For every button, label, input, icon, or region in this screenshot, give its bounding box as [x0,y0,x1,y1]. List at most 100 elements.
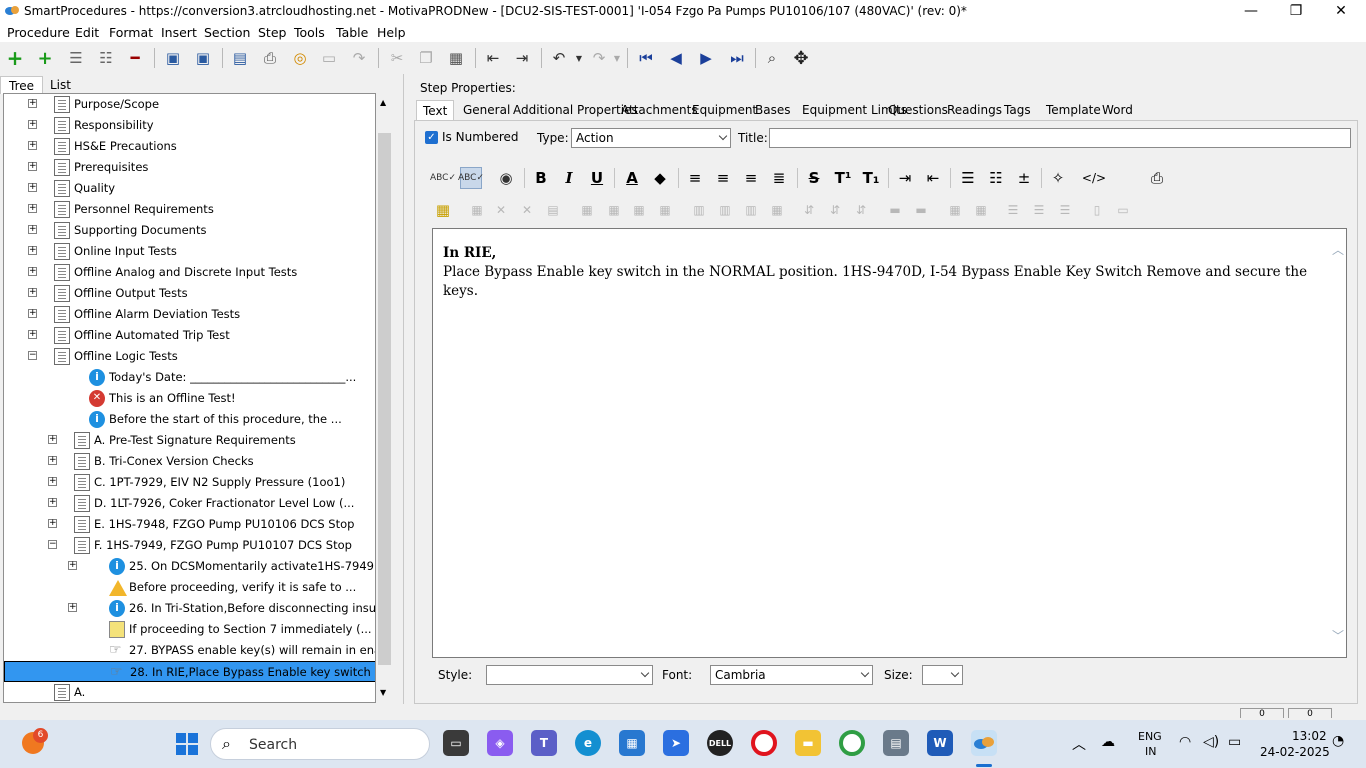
expand-icon[interactable]: + [28,246,37,255]
move-icon[interactable]: ✥ [791,48,811,69]
first-icon[interactable]: ⏮ [636,48,656,68]
notification-bell-icon[interactable]: ◔ [1332,733,1344,749]
spellcheck-auto-icon[interactable]: ABC✓ [458,167,484,189]
list-icon[interactable]: ☰ [66,48,86,68]
tab-text[interactable]: Text [416,100,455,120]
chrome-icon[interactable] [839,730,865,756]
expand-icon[interactable]: + [48,498,57,507]
tree-item[interactable]: i Today's Date: _________________________… [4,367,375,388]
add-icon[interactable]: + [5,46,25,70]
tree-item[interactable]: + Offline Automated Trip Test [4,325,375,346]
indent-icon[interactable]: ⇤ [483,48,503,68]
collapse-icon[interactable]: − [48,540,57,549]
tray-chevron-up-icon[interactable]: ︿ [1072,734,1086,754]
tree-item[interactable]: + B. Tri-Conex Version Checks [4,451,375,472]
undo-icon[interactable]: ↶ [549,48,569,68]
volume-icon[interactable]: ◁) [1203,734,1219,750]
close-button[interactable]: ✕ [1318,0,1364,22]
menu-table[interactable]: Table [336,25,368,40]
highlight-icon[interactable]: ◆ [649,167,671,189]
refresh-icon[interactable]: ◎ [290,48,310,68]
dell-icon[interactable]: DELL [707,730,733,756]
expand-icon[interactable]: + [28,141,37,150]
tree-item[interactable]: + HS&E Precautions [4,136,375,157]
menu-procedure[interactable]: Procedure [7,25,70,40]
is-numbered-checkbox[interactable]: ✓ [425,131,438,144]
expand-icon[interactable]: + [28,267,37,276]
expand-icon[interactable]: + [48,456,57,465]
teams-icon[interactable]: T [531,730,557,756]
windows-start-icon[interactable] [176,733,198,755]
outdent-icon[interactable]: ⇥ [512,48,532,68]
tab-tree[interactable]: Tree [0,76,44,94]
tree-item[interactable]: + Personnel Requirements [4,199,375,220]
print-preview-icon[interactable]: ⎙ [1146,167,1168,189]
battery-icon[interactable]: ▭ [1228,734,1241,750]
tree-item[interactable]: + Quality [4,178,375,199]
tab-word[interactable]: Word [1096,100,1139,120]
expand-icon[interactable]: + [48,519,57,528]
expand-icon[interactable]: + [28,225,37,234]
previous-icon[interactable]: ◀ [666,48,686,68]
tree-item[interactable]: + D. 1LT-7926, Coker Fractionator Level L… [4,493,375,514]
menu-tools[interactable]: Tools [294,25,325,40]
file-explorer-icon[interactable]: ▬ [795,730,821,756]
remote-app-icon[interactable]: ▤ [883,730,909,756]
minimize-button[interactable]: — [1228,0,1274,22]
spellcheck-icon[interactable]: ABC✓ [430,167,456,189]
taskbar-search-box[interactable]: ⌕ Search [210,728,430,760]
increase-indent-icon[interactable]: ⇥ [894,167,916,189]
wifi-icon[interactable]: ◠ [1179,734,1191,750]
justify-icon[interactable]: ≣ [768,167,790,189]
menu-help[interactable]: Help [377,25,406,40]
scroll-thumb[interactable] [378,133,391,665]
italic-icon[interactable]: I [558,167,580,189]
strikethrough-icon[interactable]: S [803,167,825,189]
tree-item[interactable]: + Responsibility [4,115,375,136]
expand-icon[interactable]: + [68,603,77,612]
tree-item[interactable]: + Online Input Tests [4,241,375,262]
align-left-icon[interactable]: ≡ [684,167,706,189]
list-alt-icon[interactable]: ☷ [96,48,116,68]
expand-icon[interactable]: + [28,330,37,339]
menu-step[interactable]: Step [258,25,286,40]
html-source-icon[interactable]: </> [1082,167,1106,189]
tree-item-selected[interactable]: ☞ 28. In RIE,Place Bypass Enable key swit… [4,661,375,682]
font-color-icon[interactable]: A [621,167,643,189]
network-app-icon[interactable]: ☁ [1101,734,1115,750]
menu-format[interactable]: Format [109,25,153,40]
menu-edit[interactable]: Edit [75,25,99,40]
preview-icon[interactable]: ▤ [230,48,250,68]
editor-scroll-down-icon[interactable]: ﹀ [1332,627,1344,644]
clock-date[interactable]: 24-02-2025 [1260,745,1330,759]
expand-icon[interactable]: + [28,120,37,129]
expand-icon[interactable]: + [28,309,37,318]
tree-item[interactable]: ✕ This is an Offline Test! [4,388,375,409]
tree-item[interactable]: + Offline Output Tests [4,283,375,304]
undo-dropdown-icon[interactable]: ▼ [569,48,589,68]
expand-icon[interactable]: + [28,204,37,213]
tree-item[interactable]: + Prerequisites [4,157,375,178]
magic-wand-icon[interactable]: ✧ [1047,167,1069,189]
tree-scrollbar[interactable]: ▲ ▼ [376,93,393,703]
expand-icon[interactable]: + [68,561,77,570]
language-line-2[interactable]: IN [1145,745,1156,758]
tree-item[interactable]: + i 25. On DCSMomentarily activate1HS-7949… [4,556,375,577]
tree-item[interactable]: + Purpose/Scope [4,94,375,115]
subscript-icon[interactable]: T₁ [860,167,882,189]
type-select[interactable]: Action [571,128,731,148]
expand-icon[interactable]: + [28,99,37,108]
print-icon[interactable]: ⎙ [260,48,280,68]
save-copy-icon[interactable]: ▣ [163,48,183,68]
superscript-icon[interactable]: T¹ [832,167,854,189]
bullet-list-icon[interactable]: ☰ [957,167,979,189]
tree-item[interactable]: + Offline Alarm Deviation Tests [4,304,375,325]
expand-icon[interactable]: + [48,477,57,486]
tree-item[interactable]: − F. 1HS-7949, FZGO Pump PU10107 DCS Stop [4,535,375,556]
insert-symbol-icon[interactable]: ± [1013,167,1035,189]
bold-icon[interactable]: B [530,167,552,189]
smartprocedures-taskbar-icon[interactable] [971,730,997,756]
tab-list[interactable]: List [42,76,79,94]
tree-item[interactable]: + E. 1HS-7948, FZGO Pump PU10106 DCS Stop [4,514,375,535]
insert-table-icon[interactable]: ▦ [432,199,454,221]
